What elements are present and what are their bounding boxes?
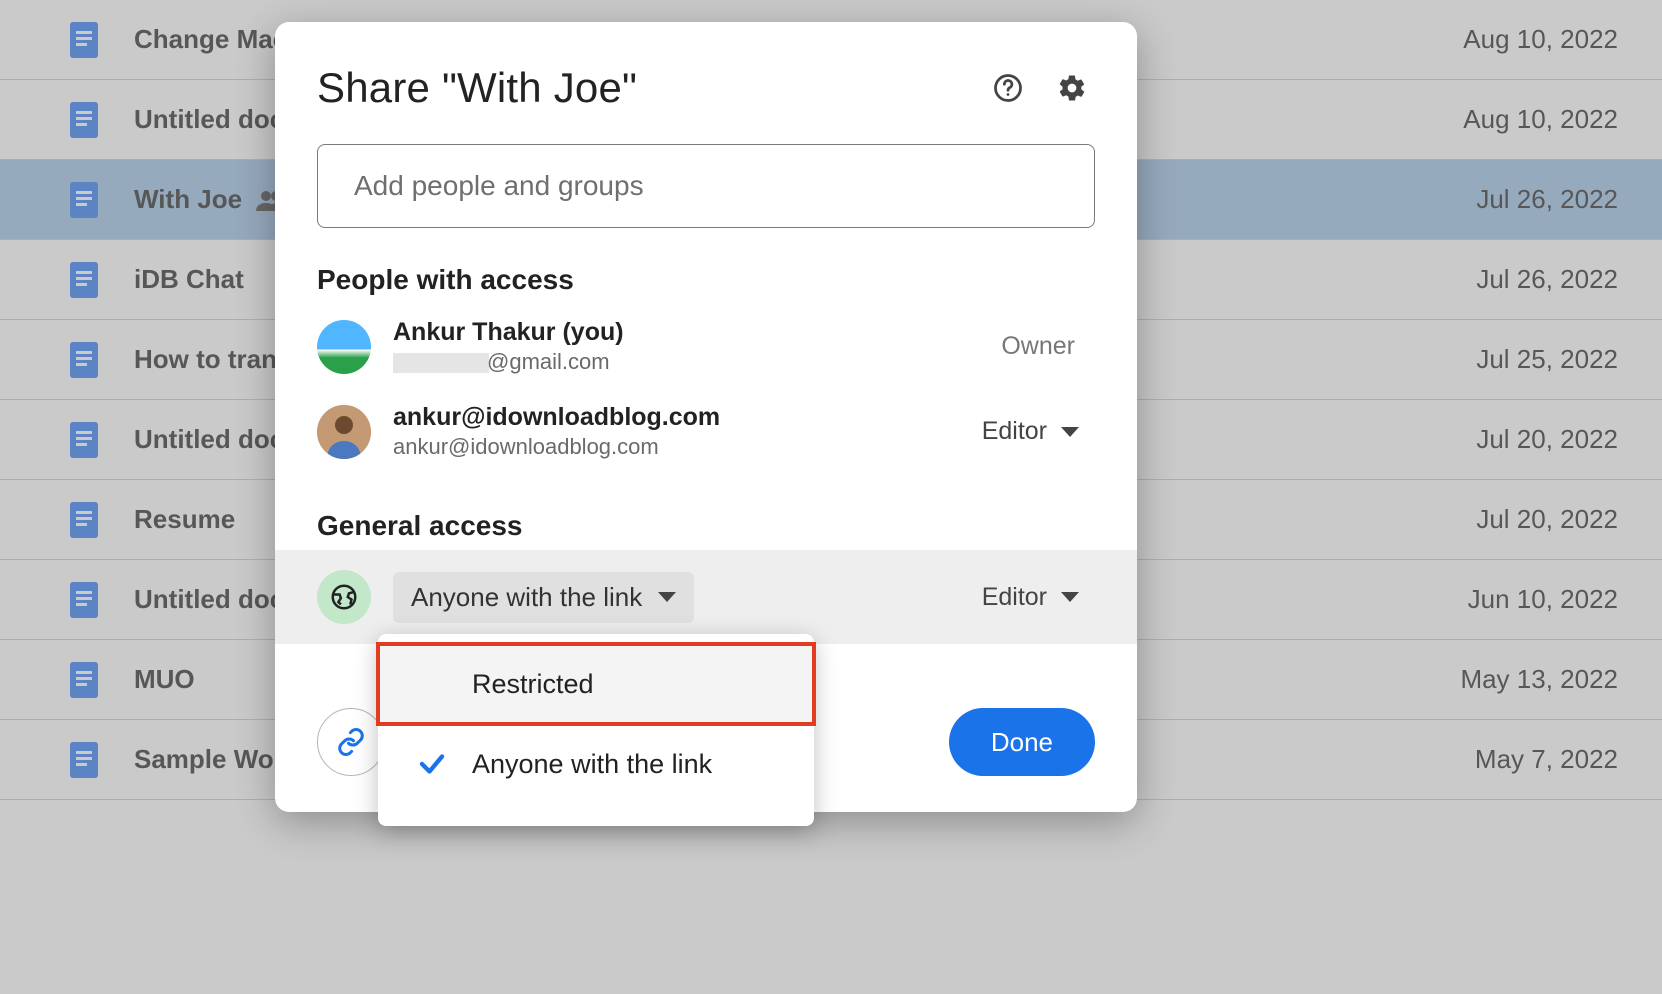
chevron-down-icon: [658, 592, 676, 602]
done-button[interactable]: Done: [949, 708, 1095, 776]
dialog-header: Share "With Joe": [275, 22, 1137, 122]
dropdown-option-restricted[interactable]: Restricted: [378, 644, 814, 724]
general-access-current: Anyone with the link: [411, 582, 642, 613]
person-info: ankur@idownloadblog.com ankur@idownloadb…: [393, 403, 982, 460]
avatar: [317, 405, 371, 459]
check-icon: [412, 749, 452, 779]
add-people-input[interactable]: [317, 144, 1095, 228]
role-label: Editor: [982, 417, 1047, 446]
dropdown-label: Restricted: [452, 669, 594, 700]
dropdown-label: Anyone with the link: [452, 749, 712, 780]
general-access-heading: General access: [275, 474, 1137, 550]
general-role-dropdown[interactable]: Editor: [982, 583, 1095, 612]
dialog-title: Share "With Joe": [317, 64, 985, 112]
gear-icon[interactable]: [1049, 65, 1095, 111]
people-with-access-heading: People with access: [275, 228, 1137, 304]
chevron-down-icon: [1061, 592, 1079, 602]
person-info: Ankur Thakur (you) @gmail.com: [393, 318, 1001, 375]
person-email: @gmail.com: [393, 349, 1001, 375]
avatar: [317, 320, 371, 374]
role-label: Editor: [982, 583, 1047, 612]
globe-icon: [317, 570, 371, 624]
person-name: ankur@idownloadblog.com: [393, 403, 982, 432]
chevron-down-icon: [1061, 427, 1079, 437]
general-access-row: Anyone with the link Editor: [275, 550, 1137, 644]
help-icon[interactable]: [985, 65, 1031, 111]
general-access-dropdown: Restricted Anyone with the link: [378, 634, 814, 826]
role-dropdown[interactable]: Editor: [982, 417, 1095, 446]
general-access-selector[interactable]: Anyone with the link: [393, 572, 694, 623]
input-wrapper: [275, 122, 1137, 228]
person-email: ankur@idownloadblog.com: [393, 434, 982, 460]
dropdown-option-anyone[interactable]: Anyone with the link: [378, 724, 814, 804]
person-row-editor: ankur@idownloadblog.com ankur@idownloadb…: [275, 389, 1137, 474]
person-row-owner: Ankur Thakur (you) @gmail.com Owner: [275, 304, 1137, 389]
role-label-owner: Owner: [1001, 332, 1095, 361]
person-name: Ankur Thakur (you): [393, 318, 1001, 347]
copy-link-button[interactable]: [317, 708, 385, 776]
